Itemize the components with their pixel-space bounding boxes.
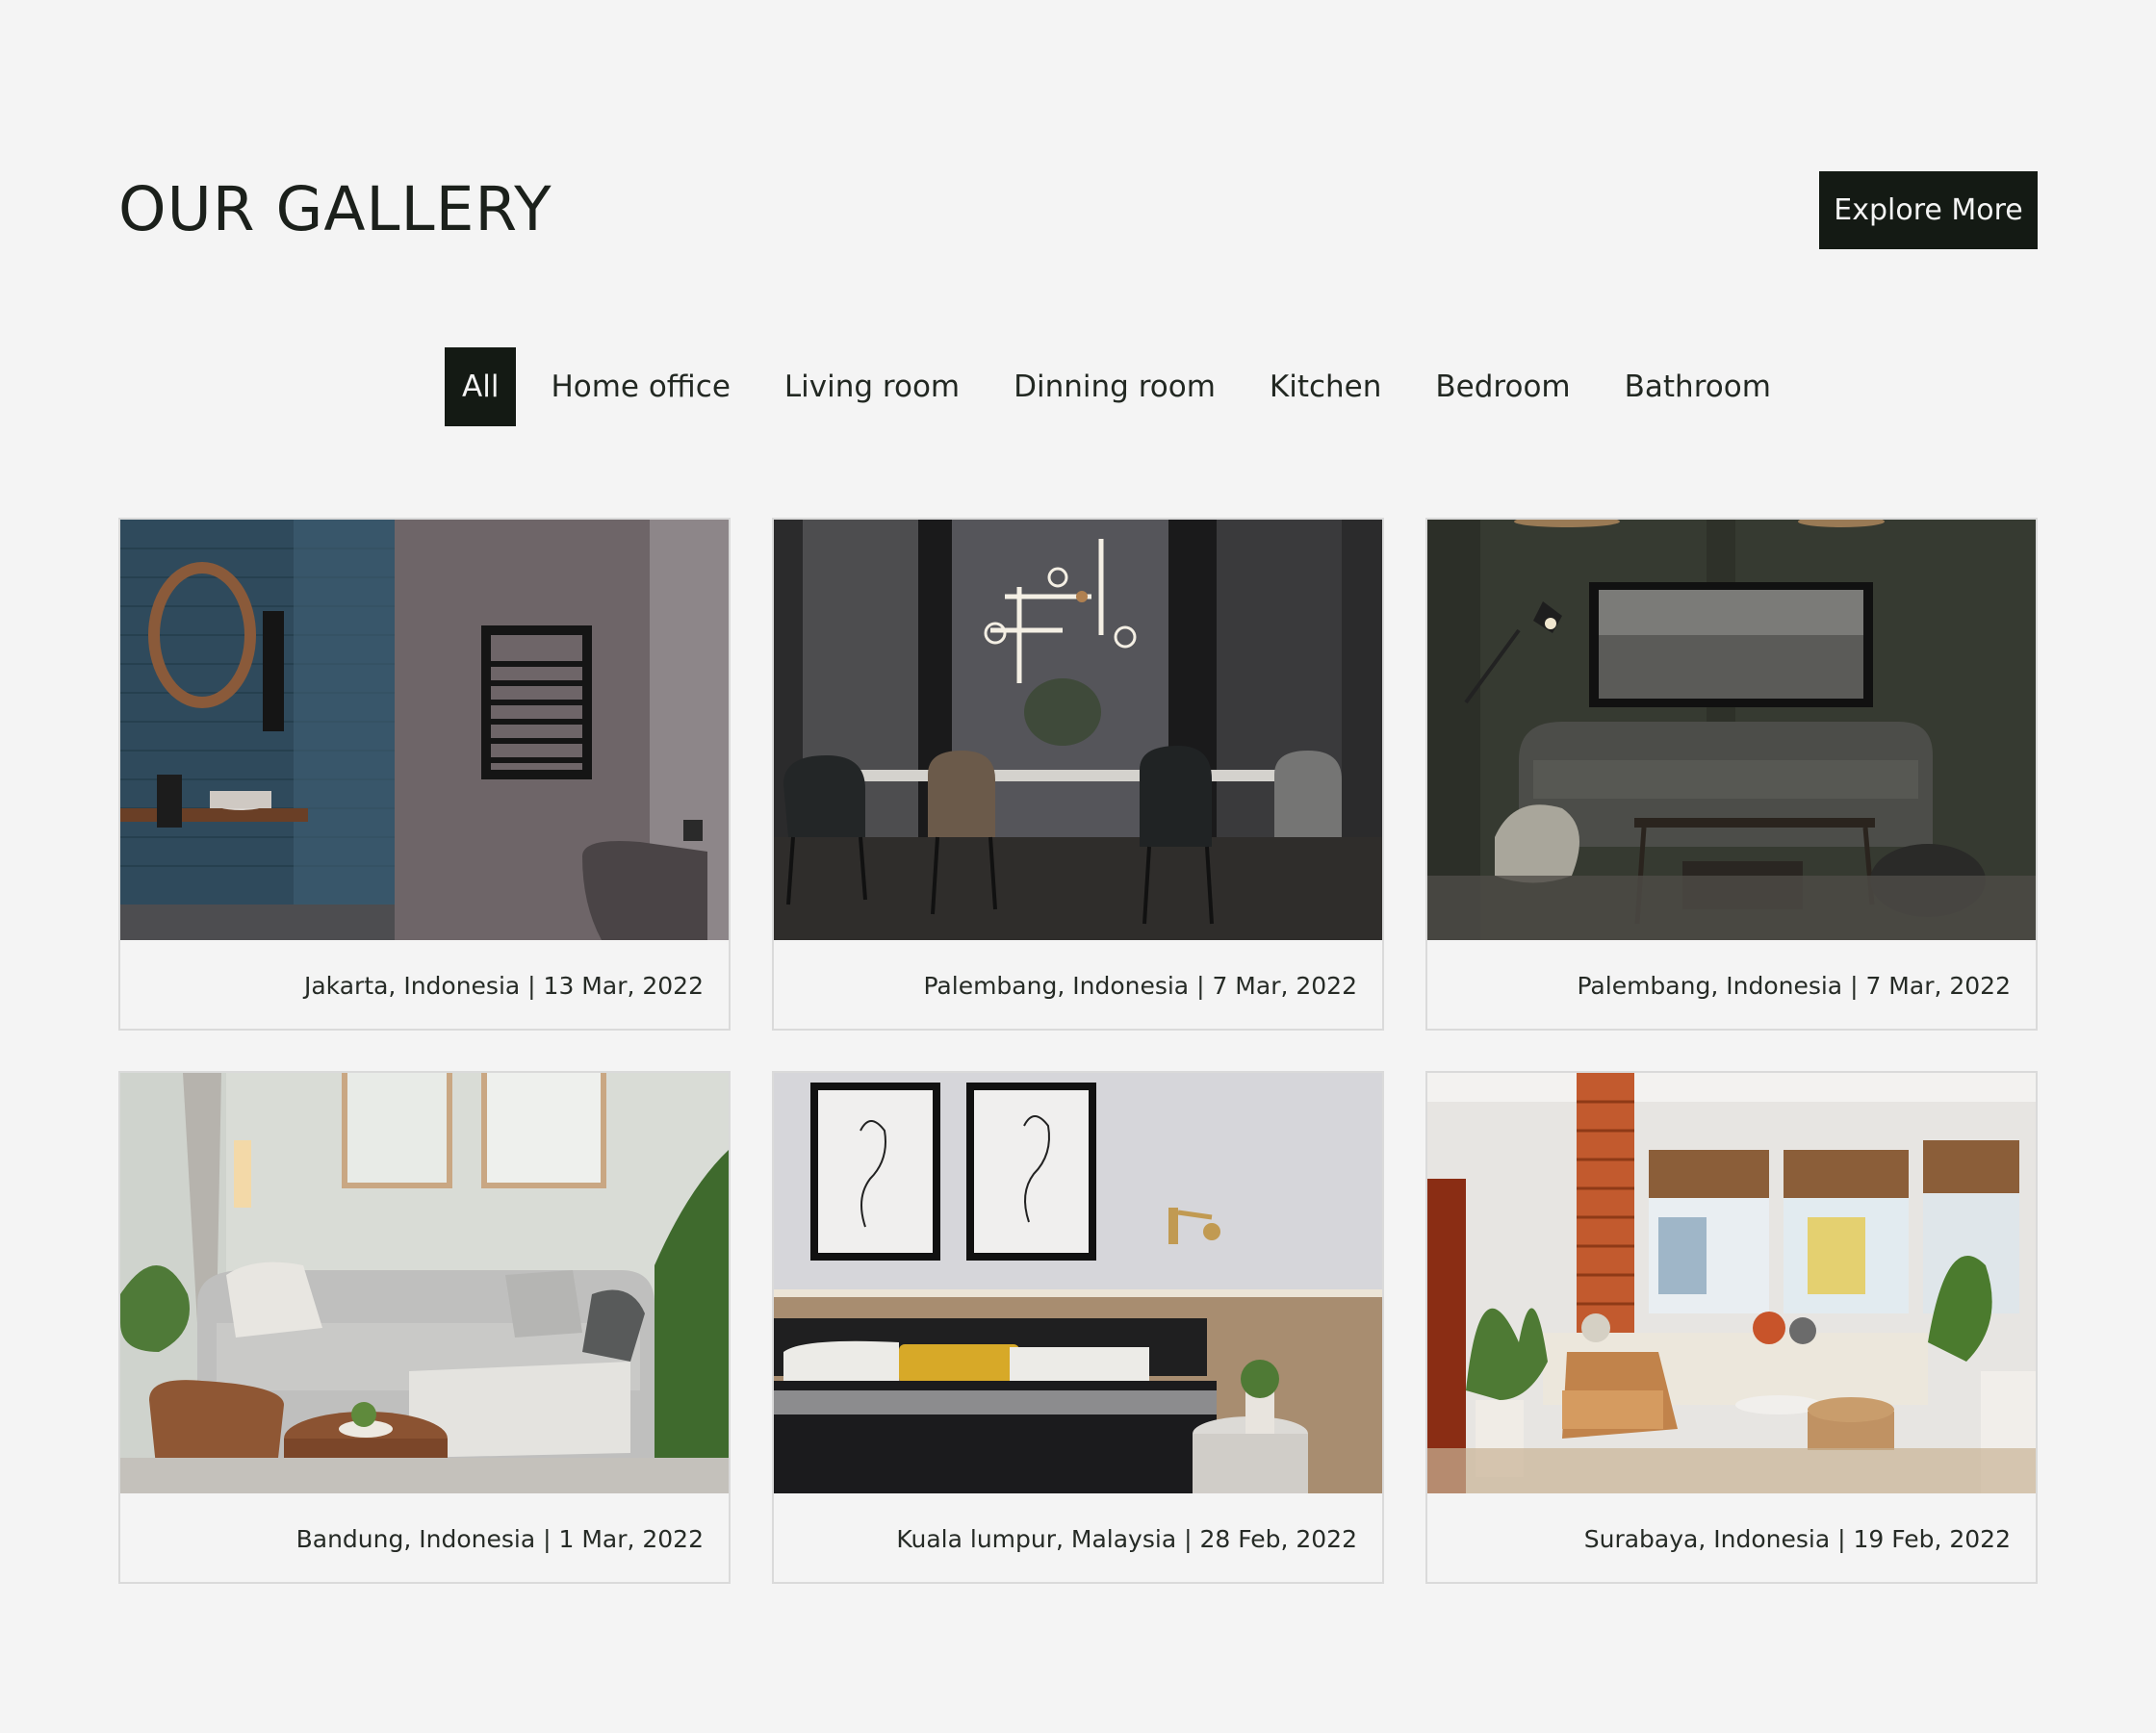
card-caption: Kuala lumpur, Malaysia | 28 Feb, 2022 <box>896 1524 1357 1553</box>
filter-tab-all[interactable]: All <box>445 347 517 426</box>
card-caption: Jakarta, Indonesia | 13 Mar, 2022 <box>303 971 704 1000</box>
card-caption: Palembang, Indonesia | 7 Mar, 2022 <box>923 971 1357 1000</box>
gallery-card[interactable]: Jakarta, Indonesia | 13 Mar, 2022 <box>118 518 731 1031</box>
gallery-card[interactable]: Palembang, Indonesia | 7 Mar, 2022 <box>772 518 1384 1031</box>
page-title: OUR GALLERY <box>118 174 552 244</box>
filter-tab-kitchen[interactable]: Kitchen <box>1250 347 1401 426</box>
filter-tab-bathroom[interactable]: Bathroom <box>1605 347 1790 426</box>
bright-living-room-photo[interactable] <box>120 1073 729 1493</box>
filter-tab-bedroom[interactable]: Bedroom <box>1416 347 1589 426</box>
bedroom-photo[interactable] <box>774 1073 1382 1493</box>
gallery-card[interactable]: Bandung, Indonesia | 1 Mar, 2022 <box>118 1071 731 1584</box>
dining-room-photo[interactable] <box>774 520 1382 940</box>
gallery-card[interactable]: Palembang, Indonesia | 7 Mar, 2022 <box>1425 518 2038 1031</box>
sunroom-living-photo[interactable] <box>1427 1073 2036 1493</box>
gallery-card[interactable]: Kuala lumpur, Malaysia | 28 Feb, 2022 <box>772 1071 1384 1584</box>
card-caption: Surabaya, Indonesia | 19 Feb, 2022 <box>1583 1524 2011 1553</box>
gallery-filter-tabs: All Home office Living room Dinning room… <box>445 347 1806 426</box>
explore-more-button[interactable]: Explore More <box>1819 171 2038 249</box>
bathroom-photo[interactable] <box>120 520 729 940</box>
card-caption: Palembang, Indonesia | 7 Mar, 2022 <box>1577 971 2011 1000</box>
card-caption: Bandung, Indonesia | 1 Mar, 2022 <box>295 1524 704 1553</box>
filter-tab-living-room[interactable]: Living room <box>765 347 979 426</box>
gallery-grid: Jakarta, Indonesia | 13 Mar, 2022 Palemb… <box>118 518 2038 1584</box>
dark-living-room-photo[interactable] <box>1427 520 2036 940</box>
filter-tab-home-office[interactable]: Home office <box>531 347 749 426</box>
gallery-card[interactable]: Surabaya, Indonesia | 19 Feb, 2022 <box>1425 1071 2038 1584</box>
filter-tab-dinning-room[interactable]: Dinning room <box>994 347 1235 426</box>
